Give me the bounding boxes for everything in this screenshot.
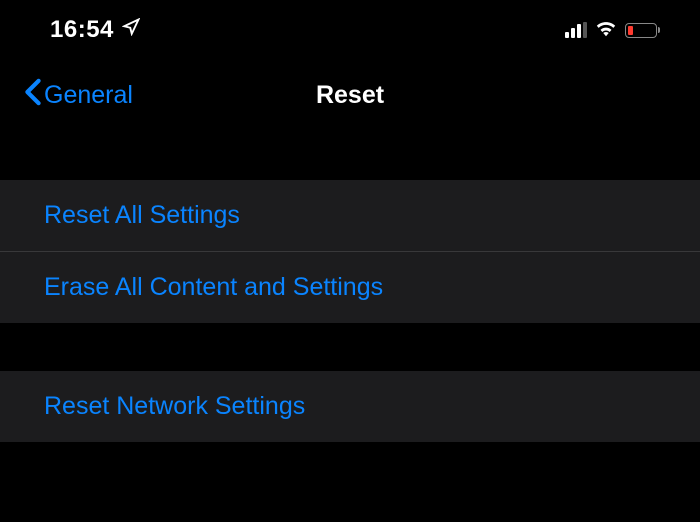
section-spacer: [0, 323, 700, 371]
location-icon: [122, 18, 140, 42]
cellular-signal-icon: [565, 22, 587, 38]
status-right: [565, 19, 660, 42]
status-time: 16:54: [50, 16, 114, 44]
erase-all-content-row[interactable]: Erase All Content and Settings: [0, 252, 700, 323]
back-button[interactable]: General: [24, 78, 133, 113]
back-label: General: [44, 81, 133, 110]
row-label: Erase All Content and Settings: [44, 273, 383, 301]
navigation-bar: General Reset: [0, 60, 700, 130]
chevron-left-icon: [24, 78, 42, 113]
row-label: Reset Network Settings: [44, 392, 305, 420]
bottom-spacer: [0, 442, 700, 462]
settings-group-1: Reset All Settings Erase All Content and…: [0, 180, 700, 323]
wifi-icon: [595, 19, 617, 42]
status-bar: 16:54: [0, 0, 700, 60]
reset-network-settings-row[interactable]: Reset Network Settings: [0, 371, 700, 442]
reset-all-settings-row[interactable]: Reset All Settings: [0, 180, 700, 252]
battery-icon: [625, 23, 660, 38]
page-title: Reset: [316, 81, 384, 110]
row-label: Reset All Settings: [44, 201, 240, 229]
status-left: 16:54: [50, 16, 140, 44]
section-spacer: [0, 130, 700, 180]
